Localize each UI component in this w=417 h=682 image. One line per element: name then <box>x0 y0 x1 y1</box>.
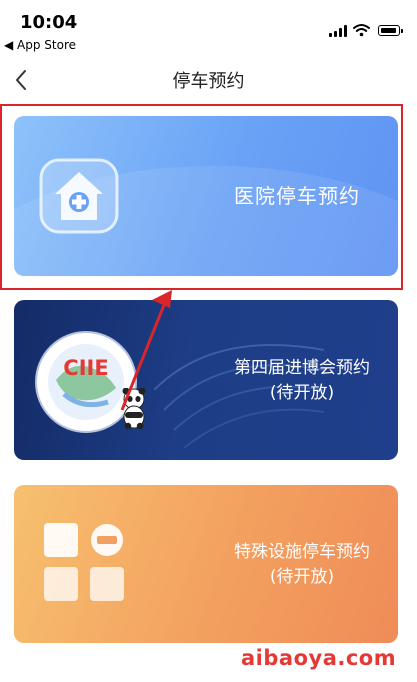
back-to-app-store[interactable]: ◀ App Store <box>4 38 76 52</box>
facility-grid-icon <box>44 523 124 601</box>
ciie-label-line1: 第四届进博会预约 <box>234 358 370 378</box>
nav-bar: 停车预约 <box>0 56 417 106</box>
page-title: 停车预约 <box>172 71 245 92</box>
panda-mascot-icon <box>122 388 146 430</box>
cellular-signal-icon <box>329 25 349 37</box>
wifi-icon <box>353 24 370 37</box>
special-label-line1: 特殊设施停车预约 <box>234 542 370 562</box>
status-bar: 10:04 ◀ App Store <box>0 0 417 56</box>
battery-icon <box>378 25 403 36</box>
special-label-line2: (待开放) <box>269 566 335 587</box>
special-facility-label: 特殊设施停车预约 (待开放) <box>210 540 394 589</box>
ciie-reservation-card[interactable]: CIIE 第四届进博会预约 (待开放) <box>14 300 398 460</box>
status-time: 10:04 <box>20 12 78 33</box>
ciie-logo-text: CIIE <box>63 356 109 380</box>
highlight-frame <box>0 104 403 290</box>
ciie-label-line2: (待开放) <box>269 382 335 403</box>
special-facility-parking-card[interactable]: 特殊设施停车预约 (待开放) <box>14 485 398 643</box>
watermark-text: aibaoya.com <box>241 646 397 670</box>
ciie-reservation-label: 第四届进博会预约 (待开放) <box>210 356 394 405</box>
